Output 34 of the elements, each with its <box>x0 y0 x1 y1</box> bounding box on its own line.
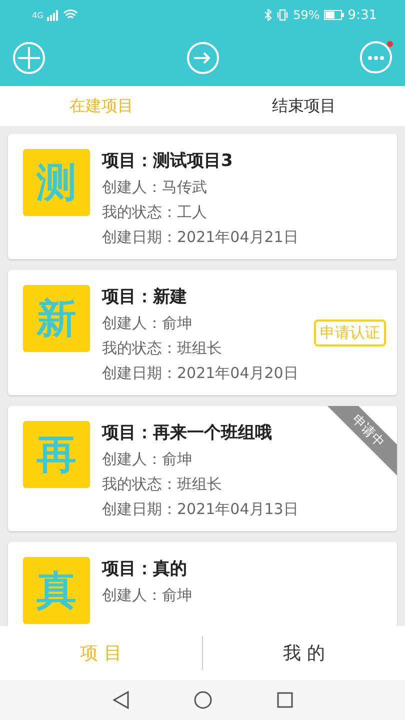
project-title: 项目：新建 <box>102 286 187 308</box>
project-title: 项目：真的 <box>102 558 187 580</box>
clock: 9:31 <box>348 8 377 22</box>
bluetooth-icon <box>264 9 272 21</box>
project-title: 项目：再来一个班组哦 <box>102 422 272 444</box>
project-detail: 创建人：俞坤 <box>102 450 192 469</box>
project-badge: 再 <box>23 421 90 488</box>
project-detail: 我的状态：班组长 <box>102 475 222 494</box>
project-detail: 创建日期：2021年04月20日 <box>102 364 298 383</box>
project-detail: 我的状态：工人 <box>102 203 207 222</box>
wifi-icon <box>63 9 78 21</box>
project-detail: 创建日期：2021年04月13日 <box>102 500 298 519</box>
home-icon[interactable] <box>194 691 212 709</box>
project-card[interactable]: 真 项目：真的 创建人：俞坤 <box>8 542 397 626</box>
project-card[interactable]: 测 项目：测试项目3 创建人：马传武 我的状态：工人 创建日期：2021年04月21日 <box>8 134 397 259</box>
battery-percent: 59% <box>293 8 320 22</box>
project-detail: 创建人：俞坤 <box>102 586 192 605</box>
project-detail: 创建人：马传武 <box>102 178 207 197</box>
network-label: 4G <box>32 10 44 20</box>
battery-icon <box>324 10 344 20</box>
signal-icon <box>47 10 60 20</box>
project-detail: 我的状态：班组长 <box>102 339 222 358</box>
project-card[interactable]: 新 项目：新建 创建人：俞坤 我的状态：班组长 创建日期：2021年04月20日 申请认证 <box>8 270 397 395</box>
project-badge: 新 <box>23 285 90 352</box>
project-badge: 测 <box>23 149 90 216</box>
recents-icon[interactable] <box>276 692 292 708</box>
vibrate-icon <box>276 9 290 21</box>
message-button[interactable] <box>359 41 393 75</box>
project-title: 项目：测试项目3 <box>102 150 233 172</box>
project-badge: 真 <box>23 557 90 624</box>
project-detail: 创建日期：2021年04月21日 <box>102 228 298 247</box>
back-icon[interactable] <box>112 691 128 709</box>
project-card[interactable]: 再 项目：再来一个班组哦 创建人：俞坤 我的状态：班组长 创建日期：2021年04月13日 申请中 <box>8 406 397 531</box>
project-detail: 创建人：俞坤 <box>102 314 192 333</box>
